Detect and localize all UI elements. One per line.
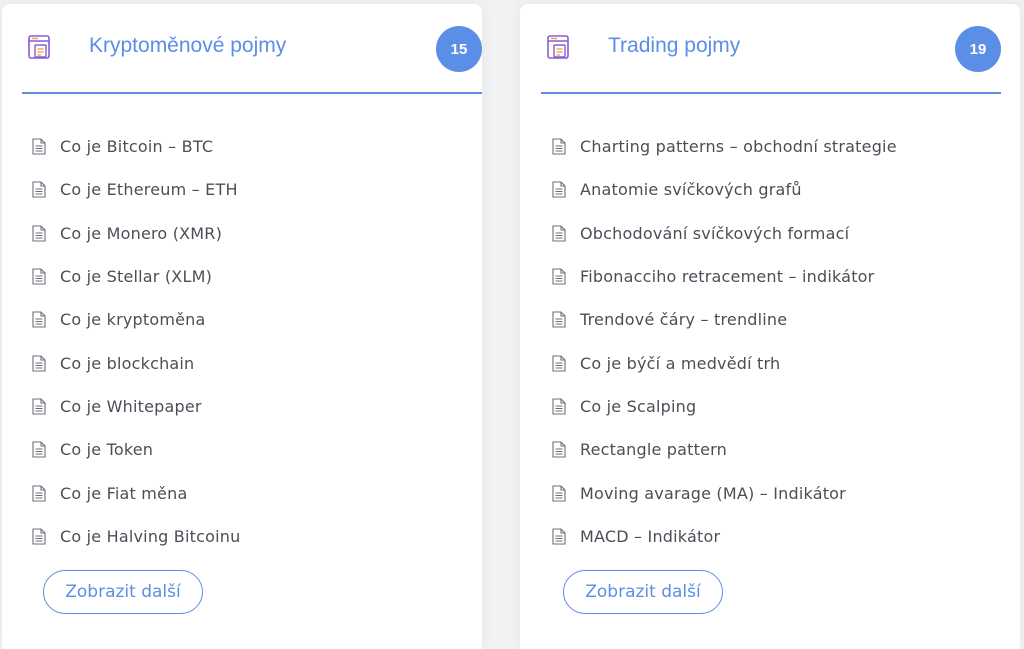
glossary-page: Kryptoměnové pojmy 15 Co je Bitcoin – BT… bbox=[0, 0, 1024, 649]
trading-terms-list: Charting patterns – obchodní strategie A… bbox=[552, 125, 897, 558]
list-item[interactable]: Fibonacciho retracement – indikátor bbox=[552, 255, 897, 298]
show-more-button[interactable]: Zobrazit další bbox=[43, 570, 203, 614]
trading-card-title: Trading pojmy bbox=[608, 34, 741, 57]
list-item-label: Co je Halving Bitcoinu bbox=[60, 526, 241, 546]
document-icon bbox=[32, 225, 46, 242]
show-more-button[interactable]: Zobrazit další bbox=[563, 570, 723, 614]
list-item-label: Trendové čáry – trendline bbox=[580, 310, 788, 330]
list-item[interactable]: Co je Fiat měna bbox=[32, 471, 240, 514]
list-item[interactable]: Co je Stellar (XLM) bbox=[32, 255, 240, 298]
list-item[interactable]: Co je Whitepaper bbox=[32, 385, 240, 428]
list-item-label: Moving avarage (MA) – Indikátor bbox=[580, 483, 846, 503]
document-icon bbox=[32, 311, 46, 328]
trading-header-divider bbox=[541, 92, 1001, 94]
list-item[interactable]: Co je Token bbox=[32, 428, 240, 471]
list-item-label: Co je kryptoměna bbox=[60, 310, 206, 330]
list-item[interactable]: Anatomie svíčkových grafů bbox=[552, 168, 897, 211]
trading-count-badge: 19 bbox=[955, 26, 1001, 72]
crypto-card-title: Kryptoměnové pojmy bbox=[89, 34, 287, 57]
list-item-label: Co je Bitcoin – BTC bbox=[60, 137, 214, 157]
document-icon bbox=[552, 398, 566, 415]
list-item-label: Anatomie svíčkových grafů bbox=[580, 180, 802, 200]
document-icon bbox=[552, 225, 566, 242]
list-item[interactable]: Co je Ethereum – ETH bbox=[32, 168, 240, 211]
list-item[interactable]: Co je blockchain bbox=[32, 341, 240, 384]
document-icon bbox=[32, 268, 46, 285]
document-icon bbox=[32, 528, 46, 545]
document-icon bbox=[32, 138, 46, 155]
list-item-label: Co je býčí a medvědí trh bbox=[580, 353, 781, 373]
list-item-label: Co je Scalping bbox=[580, 396, 697, 416]
list-item[interactable]: Co je Monero (XMR) bbox=[32, 212, 240, 255]
document-icon bbox=[32, 398, 46, 415]
document-icon bbox=[552, 311, 566, 328]
crypto-terms-card: Kryptoměnové pojmy 15 Co je Bitcoin – BT… bbox=[2, 4, 482, 649]
list-item-label: Co je Ethereum – ETH bbox=[60, 180, 238, 200]
list-item[interactable]: Obchodování svíčkových formací bbox=[552, 212, 897, 255]
list-item-label: Obchodování svíčkových formací bbox=[580, 223, 850, 243]
folder-document-icon bbox=[28, 35, 50, 59]
list-item-label: Co je Monero (XMR) bbox=[60, 223, 223, 243]
document-icon bbox=[552, 441, 566, 458]
document-icon bbox=[32, 484, 46, 502]
trading-card-header: Trading pojmy 19 bbox=[541, 4, 1001, 92]
list-item-label: Co je Stellar (XLM) bbox=[60, 267, 213, 287]
list-item-label: Co je blockchain bbox=[60, 353, 195, 373]
document-icon bbox=[552, 355, 566, 372]
folder-document-icon bbox=[547, 35, 569, 59]
document-icon bbox=[552, 484, 566, 502]
document-icon bbox=[32, 181, 46, 198]
list-item-label: Co je Whitepaper bbox=[60, 396, 202, 416]
list-item[interactable]: Co je Scalping bbox=[552, 385, 897, 428]
list-item[interactable]: Co je Bitcoin – BTC bbox=[32, 125, 240, 168]
list-item[interactable]: Moving avarage (MA) – Indikátor bbox=[552, 471, 897, 514]
list-item[interactable]: Co je Halving Bitcoinu bbox=[32, 515, 240, 558]
list-item-label: Co je Token bbox=[60, 440, 154, 460]
list-item-label: Fibonacciho retracement – indikátor bbox=[580, 267, 875, 287]
document-icon bbox=[552, 268, 566, 285]
document-icon bbox=[32, 441, 46, 458]
document-icon bbox=[32, 355, 46, 372]
list-item-label: Rectangle pattern bbox=[580, 440, 727, 460]
list-item-label: Co je Fiat měna bbox=[60, 483, 188, 503]
list-item[interactable]: Co je kryptoměna bbox=[32, 298, 240, 341]
list-item[interactable]: Co je býčí a medvědí trh bbox=[552, 341, 897, 384]
document-icon bbox=[552, 181, 566, 198]
list-item-label: Charting patterns – obchodní strategie bbox=[580, 137, 897, 157]
crypto-terms-list: Co je Bitcoin – BTC Co je Ethereum – ETH… bbox=[32, 125, 240, 558]
document-icon bbox=[552, 528, 566, 545]
crypto-header-divider bbox=[22, 92, 482, 94]
list-item[interactable]: Charting patterns – obchodní strategie bbox=[552, 125, 897, 168]
list-item[interactable]: Rectangle pattern bbox=[552, 428, 897, 471]
list-item[interactable]: MACD – Indikátor bbox=[552, 515, 897, 558]
list-item-label: MACD – Indikátor bbox=[580, 526, 721, 546]
crypto-count-badge: 15 bbox=[436, 26, 482, 72]
trading-terms-card: Trading pojmy 19 Charting patterns – obc… bbox=[520, 4, 1020, 649]
document-icon bbox=[552, 138, 566, 155]
list-item[interactable]: Trendové čáry – trendline bbox=[552, 298, 897, 341]
crypto-card-header: Kryptoměnové pojmy 15 bbox=[22, 4, 482, 92]
